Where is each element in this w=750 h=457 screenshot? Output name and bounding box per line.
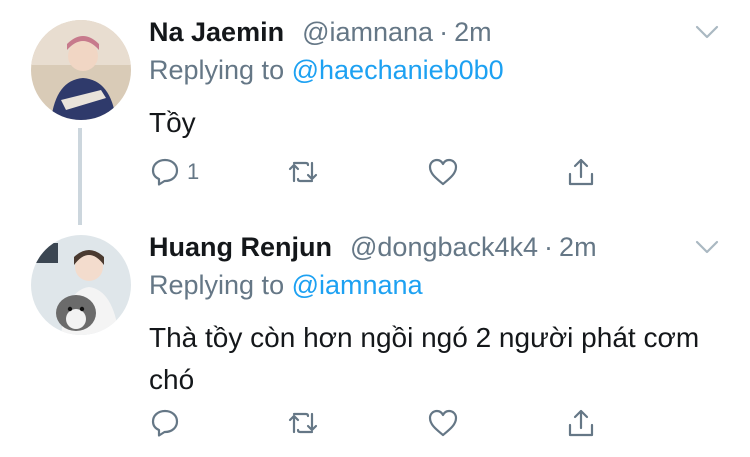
avatar[interactable] [31, 235, 131, 335]
display-name[interactable]: Huang Renjun [149, 232, 332, 263]
timestamp[interactable]: 2m [454, 17, 492, 48]
separator-dot: · [544, 231, 554, 262]
reply-button[interactable]: 1 [149, 152, 199, 192]
retweet-icon [288, 161, 318, 183]
user-avatar-icon [31, 235, 131, 335]
tweet[interactable]: Na Jaemin @iamnana · 2m Replying to @hae… [0, 0, 750, 225]
mention-link[interactable]: @iamnana [292, 270, 423, 300]
tweet-text: Thà tồy còn hơn ngồi ngó 2 người phát cơ… [149, 322, 700, 395]
avatar[interactable] [31, 20, 131, 120]
timestamp[interactable]: 2m [559, 232, 597, 263]
replying-to: Replying to @haechanieb0b0 [149, 55, 504, 86]
tweet[interactable]: Huang Renjun @dongback4k4 · 2m Replying … [0, 215, 750, 457]
chevron-down-icon[interactable] [692, 237, 722, 257]
action-bar: 1 [149, 152, 629, 192]
mention-link[interactable]: @haechanieb0b0 [292, 55, 504, 85]
retweet-button[interactable] [287, 152, 319, 192]
reply-icon [151, 409, 179, 437]
share-icon [568, 409, 594, 437]
like-button[interactable] [427, 403, 459, 443]
replying-to: Replying to @iamnana [149, 270, 423, 301]
reply-button[interactable] [149, 403, 187, 443]
tweet-header: Na Jaemin @iamnana · 2m [149, 14, 492, 50]
action-bar [149, 403, 629, 443]
reply-count: 1 [187, 159, 200, 184]
tweet-text: Tồy [149, 107, 196, 138]
user-handle[interactable]: @dongback4k4 [350, 232, 538, 263]
retweet-button[interactable] [287, 403, 319, 443]
share-button[interactable] [565, 152, 597, 192]
heart-icon [428, 158, 458, 186]
share-icon [568, 158, 594, 186]
tweet-header: Huang Renjun @dongback4k4 · 2m [149, 229, 597, 265]
like-button[interactable] [427, 152, 459, 192]
retweet-icon [288, 412, 318, 434]
chevron-down-icon[interactable] [692, 22, 722, 42]
reply-icon [151, 158, 179, 186]
user-avatar-icon [31, 20, 131, 120]
user-handle[interactable]: @iamnana [302, 17, 433, 48]
heart-icon [428, 409, 458, 437]
thread-line [78, 128, 82, 225]
replying-to-label: Replying to [149, 55, 285, 85]
share-button[interactable] [565, 403, 597, 443]
separator-dot: · [439, 16, 449, 47]
display-name[interactable]: Na Jaemin [149, 17, 284, 48]
replying-to-label: Replying to [149, 270, 285, 300]
